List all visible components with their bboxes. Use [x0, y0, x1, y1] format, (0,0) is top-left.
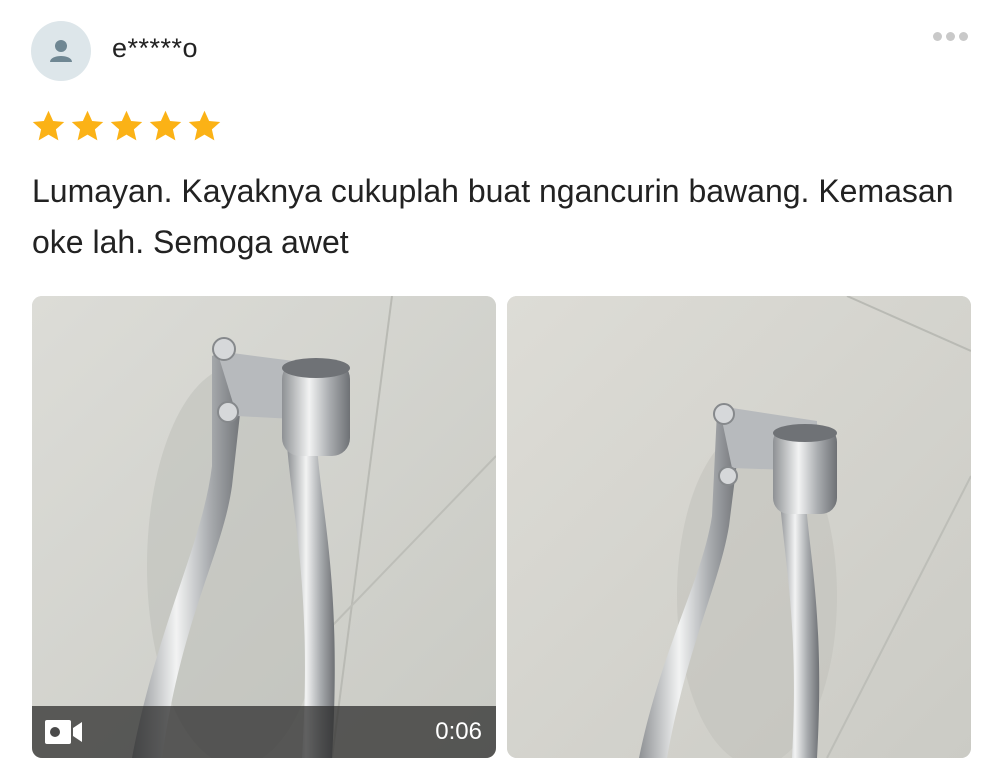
video-camera-icon [45, 720, 82, 744]
more-options-icon[interactable] [929, 26, 972, 47]
review-card: e*****o Lumayan. Kayaknya cukuplah buat … [0, 0, 1000, 773]
star-icon [188, 110, 221, 141]
star-icon [149, 110, 182, 141]
garlic-press-image [507, 296, 971, 758]
dot [946, 32, 955, 41]
star-icon [110, 110, 143, 141]
star-rating [30, 108, 223, 145]
user-icon [50, 40, 72, 62]
dot [959, 32, 968, 41]
dot [933, 32, 942, 41]
reviewer-name: e*****o [112, 33, 199, 63]
review-photo-thumbnail[interactable] [507, 296, 971, 758]
star-icon [32, 110, 65, 141]
video-duration: 0:06 [435, 718, 482, 745]
review-text: Lumayan. Kayaknya cukuplah buat ngancuri… [32, 173, 954, 260]
star-icon [71, 110, 104, 141]
review-video-thumbnail[interactable]: 0:06 [32, 296, 496, 758]
garlic-press-image [32, 296, 496, 758]
video-overlay-bar: 0:06 [32, 706, 496, 758]
avatar[interactable] [31, 21, 91, 81]
